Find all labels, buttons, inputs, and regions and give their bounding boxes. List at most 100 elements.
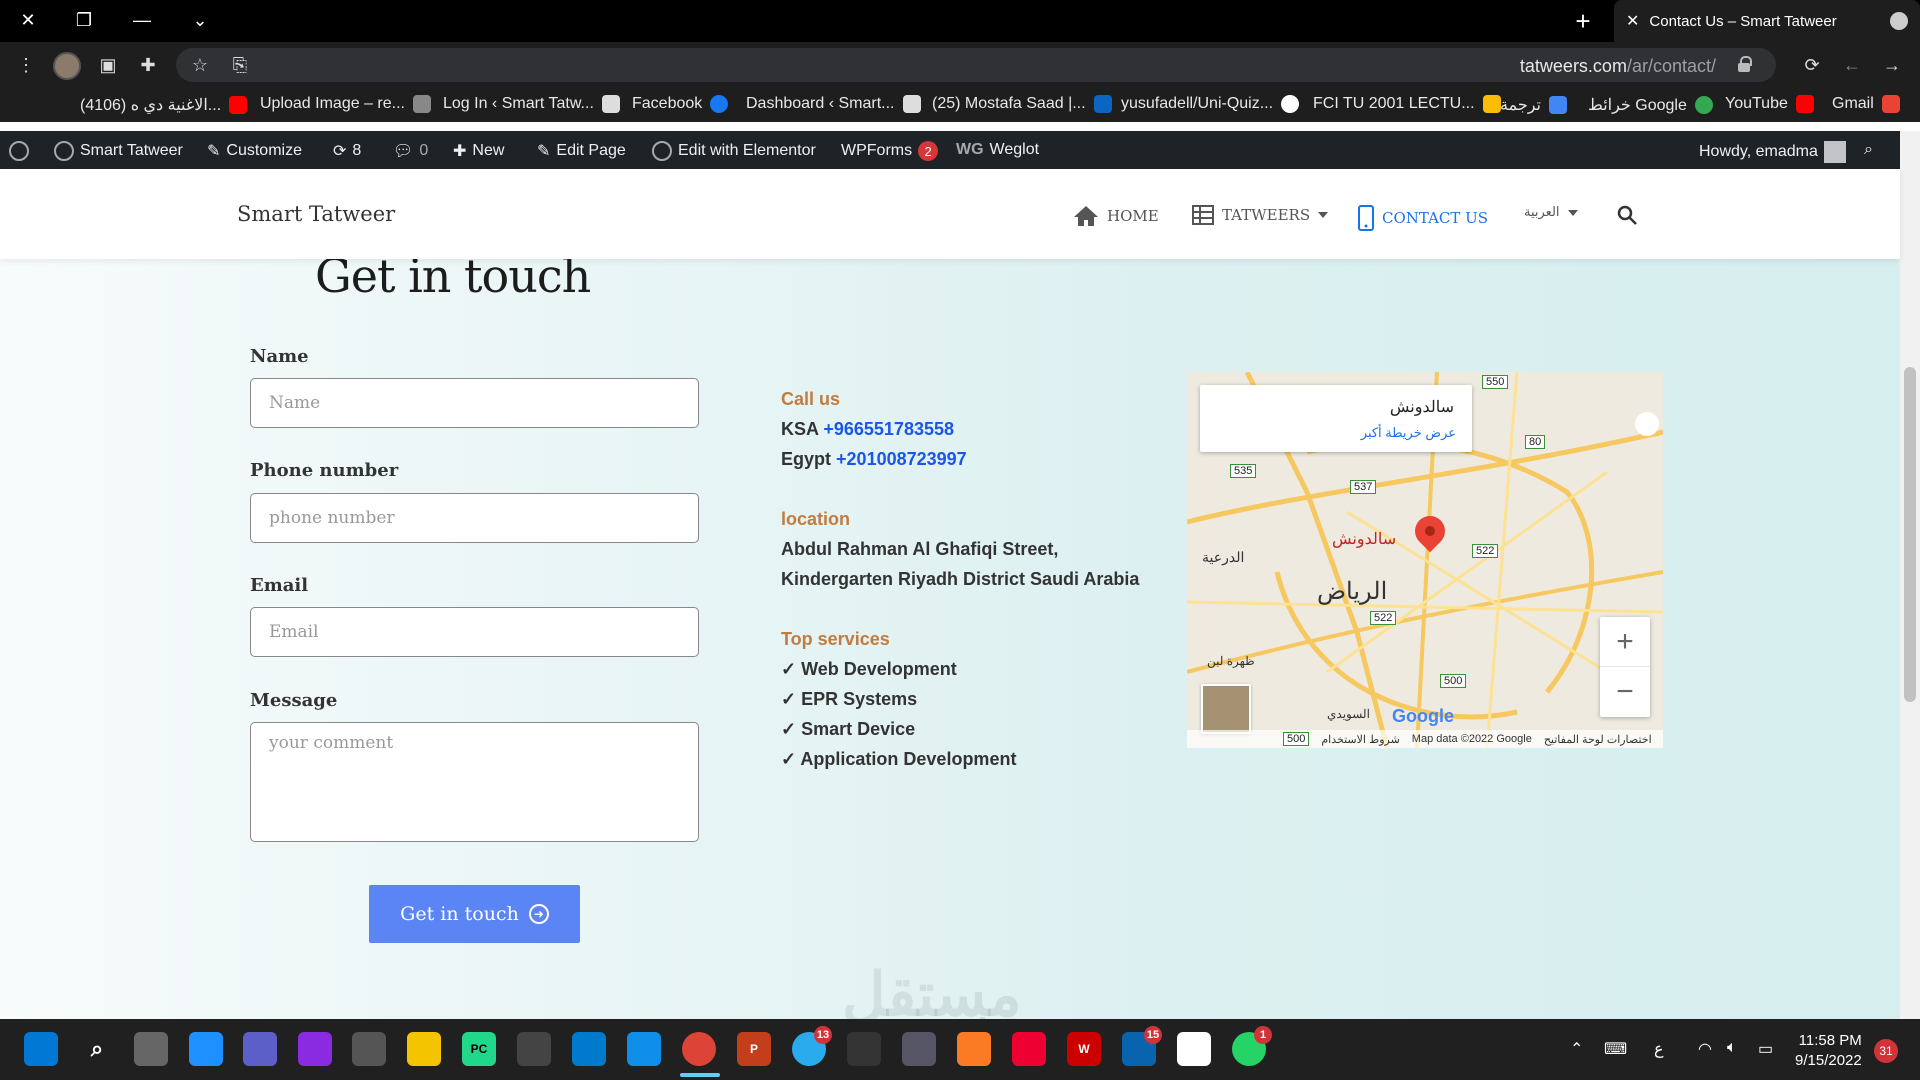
system-clock[interactable]: 11:58 PM 9/15/2022 — [1795, 1031, 1862, 1071]
reload-icon[interactable]: ⟳ — [1798, 51, 1826, 79]
address-bar[interactable]: ☆ ⎘ tatweers.com/ar/contact/ — [176, 48, 1776, 82]
file-explorer-icon[interactable] — [407, 1032, 441, 1066]
notification-badge[interactable]: 31 — [1874, 1039, 1898, 1063]
tab-close-icon[interactable]: ✕ — [1626, 11, 1639, 31]
bookmark-item[interactable]: Gmail — [1832, 95, 1900, 113]
ime-indicator[interactable]: ع — [1654, 1039, 1664, 1059]
zoom-out-button[interactable]: − — [1600, 667, 1650, 717]
menu-kebab-icon[interactable]: ⋮ — [12, 51, 40, 79]
bookmark-item[interactable]: yusufadell/Uni-Quiz... — [1121, 95, 1300, 113]
start-windows-icon[interactable] — [24, 1032, 58, 1066]
app-icon[interactable] — [1012, 1032, 1046, 1066]
scrollbar-thumb[interactable] — [1904, 367, 1916, 702]
language-switcher[interactable]: العربية — [1524, 205, 1578, 220]
name-input[interactable] — [250, 378, 699, 428]
map-terms-link[interactable]: شروط الاستخدام — [1321, 733, 1399, 746]
bookmark-item[interactable]: (4106) الاغنية دي ه... — [80, 95, 248, 115]
email-label: Email — [250, 575, 309, 596]
restore-icon[interactable]: ❐ — [68, 6, 100, 34]
satellite-toggle-thumbnail[interactable] — [1201, 684, 1251, 734]
powerpoint-icon[interactable]: P — [737, 1032, 771, 1066]
nav-contact-us[interactable]: CONTACT US — [1358, 205, 1488, 231]
teamviewer-icon[interactable] — [627, 1032, 661, 1066]
wp-comments-link[interactable]: 💬︎ 0 — [393, 141, 428, 161]
extensions-icon[interactable]: ✚ — [134, 51, 162, 79]
3d-viewer-icon[interactable] — [352, 1032, 386, 1066]
app-icon[interactable] — [847, 1032, 881, 1066]
wp-wpforms-link[interactable]: WPForms 2 — [841, 141, 939, 161]
phone-input[interactable] — [250, 493, 699, 543]
bookmark-item[interactable]: (25) Mostafa Saad |... — [932, 95, 1112, 113]
wp-site-link[interactable]: Smart Tatweer — [54, 141, 183, 161]
profile-avatar[interactable] — [53, 52, 81, 80]
widgets-icon[interactable] — [189, 1032, 223, 1066]
wp-customize-link[interactable]: ✎ Customize — [207, 141, 302, 161]
egypt-phone-link[interactable]: +201008723997 — [836, 449, 967, 469]
bookmark-item[interactable]: YouTube — [1725, 95, 1814, 113]
tab-search-chevron-icon[interactable]: ⌄ — [184, 6, 216, 34]
task-view-icon[interactable] — [134, 1032, 168, 1066]
nav-home[interactable]: HOME — [1073, 205, 1159, 227]
map-scale: 500 — [1283, 732, 1310, 746]
telegram-icon[interactable]: 13 — [792, 1026, 832, 1066]
xampp-icon[interactable] — [957, 1032, 991, 1066]
bookmark-item[interactable]: Log In ‹ Smart Tatw... — [443, 95, 620, 113]
back-icon[interactable]: ← — [1838, 51, 1866, 79]
pycharm-icon[interactable]: PC — [462, 1032, 496, 1066]
page-scrollbar[interactable] — [1900, 131, 1920, 1019]
bookmark-item[interactable]: خرائط Google — [1588, 95, 1713, 115]
battery-icon[interactable]: ▭ — [1758, 1039, 1773, 1059]
bookmark-item[interactable]: Upload Image – re... — [260, 95, 431, 113]
search-icon[interactable]: ⌕ — [80, 1032, 114, 1066]
forward-icon[interactable]: → — [1878, 51, 1906, 79]
wordpress-logo-icon[interactable] — [9, 141, 29, 161]
ksa-phone-link[interactable]: +966551783558 — [823, 419, 954, 439]
share-icon[interactable]: ⎘ — [226, 51, 254, 79]
bookmark-item[interactable]: ترجمة — [1500, 95, 1567, 115]
site-brand[interactable]: Smart Tatweer — [237, 202, 395, 226]
whatsapp-icon[interactable]: 1 — [1232, 1026, 1272, 1066]
volume-icon[interactable]: 🔈︎ — [1727, 1039, 1737, 1057]
bookmark-item[interactable]: Facebook — [632, 95, 729, 113]
keyboard-icon[interactable]: ⌨ — [1604, 1039, 1627, 1059]
wps-icon[interactable]: W — [1067, 1032, 1101, 1066]
close-icon[interactable]: ✕ — [12, 6, 44, 34]
app-icon[interactable] — [517, 1032, 551, 1066]
gmail-icon — [1881, 95, 1900, 113]
app-icon[interactable] — [902, 1032, 936, 1066]
wp-search-icon[interactable]: ⌕ — [1864, 141, 1873, 159]
tray-chevron-up-icon[interactable]: ⌃ — [1570, 1039, 1583, 1059]
submit-button[interactable]: Get in touch ➜ — [369, 885, 580, 943]
wp-weglot-link[interactable]: WG Weglot — [956, 141, 1039, 159]
vscode-icon[interactable] — [572, 1032, 606, 1066]
clipchamp-icon[interactable] — [298, 1032, 332, 1066]
chrome-icon[interactable] — [682, 1032, 716, 1066]
google-map[interactable]: سالدونش عرض خريطة أكبر سالدونش الرياض ال… — [1187, 372, 1663, 748]
message-textarea[interactable] — [250, 722, 699, 842]
browser-tab-active[interactable]: ✕ Contact Us – Smart Tatweer — [1614, 0, 1920, 42]
wp-account-menu[interactable]: Howdy, emadma — [1699, 141, 1846, 163]
wp-updates-link[interactable]: ⟳ 8 — [333, 141, 361, 161]
teams-chat-icon[interactable] — [243, 1032, 277, 1066]
bookmark-item[interactable]: Dashboard ‹ Smart... — [746, 95, 921, 113]
map-shortcuts-link[interactable]: اختصارات لوحة المفاتيح — [1544, 733, 1652, 746]
address-line: Abdul Rahman Al Ghafiqi Street, — [781, 539, 1059, 559]
mail-icon[interactable]: 15 — [1122, 1026, 1162, 1066]
bookmark-item[interactable]: FCI TU 2001 LECTU... — [1313, 95, 1501, 113]
email-input[interactable] — [250, 607, 699, 657]
wp-elementor-link[interactable]: Edit with Elementor — [652, 141, 816, 161]
view-larger-map-link[interactable]: عرض خريطة أكبر — [1361, 425, 1456, 441]
store-icon[interactable] — [1177, 1032, 1211, 1066]
updates-icon: ⟳ — [333, 143, 347, 160]
wifi-icon[interactable]: ◠ — [1698, 1039, 1712, 1059]
minimize-icon[interactable]: — — [126, 6, 158, 34]
header-search-icon[interactable] — [1617, 205, 1637, 225]
zoom-in-button[interactable]: + — [1600, 617, 1650, 667]
new-tab-button[interactable]: + — [1568, 6, 1598, 36]
nav-tatweers[interactable]: TATWEERS — [1192, 205, 1329, 225]
bookmark-star-icon[interactable]: ☆ — [186, 51, 214, 79]
sidebar-icon[interactable]: ▣ — [94, 51, 122, 79]
wp-new-link[interactable]: ✚ New — [453, 141, 504, 161]
map-info-window: سالدونش عرض خريطة أكبر — [1200, 385, 1472, 452]
wp-edit-page-link[interactable]: ✎ Edit Page — [537, 141, 626, 161]
